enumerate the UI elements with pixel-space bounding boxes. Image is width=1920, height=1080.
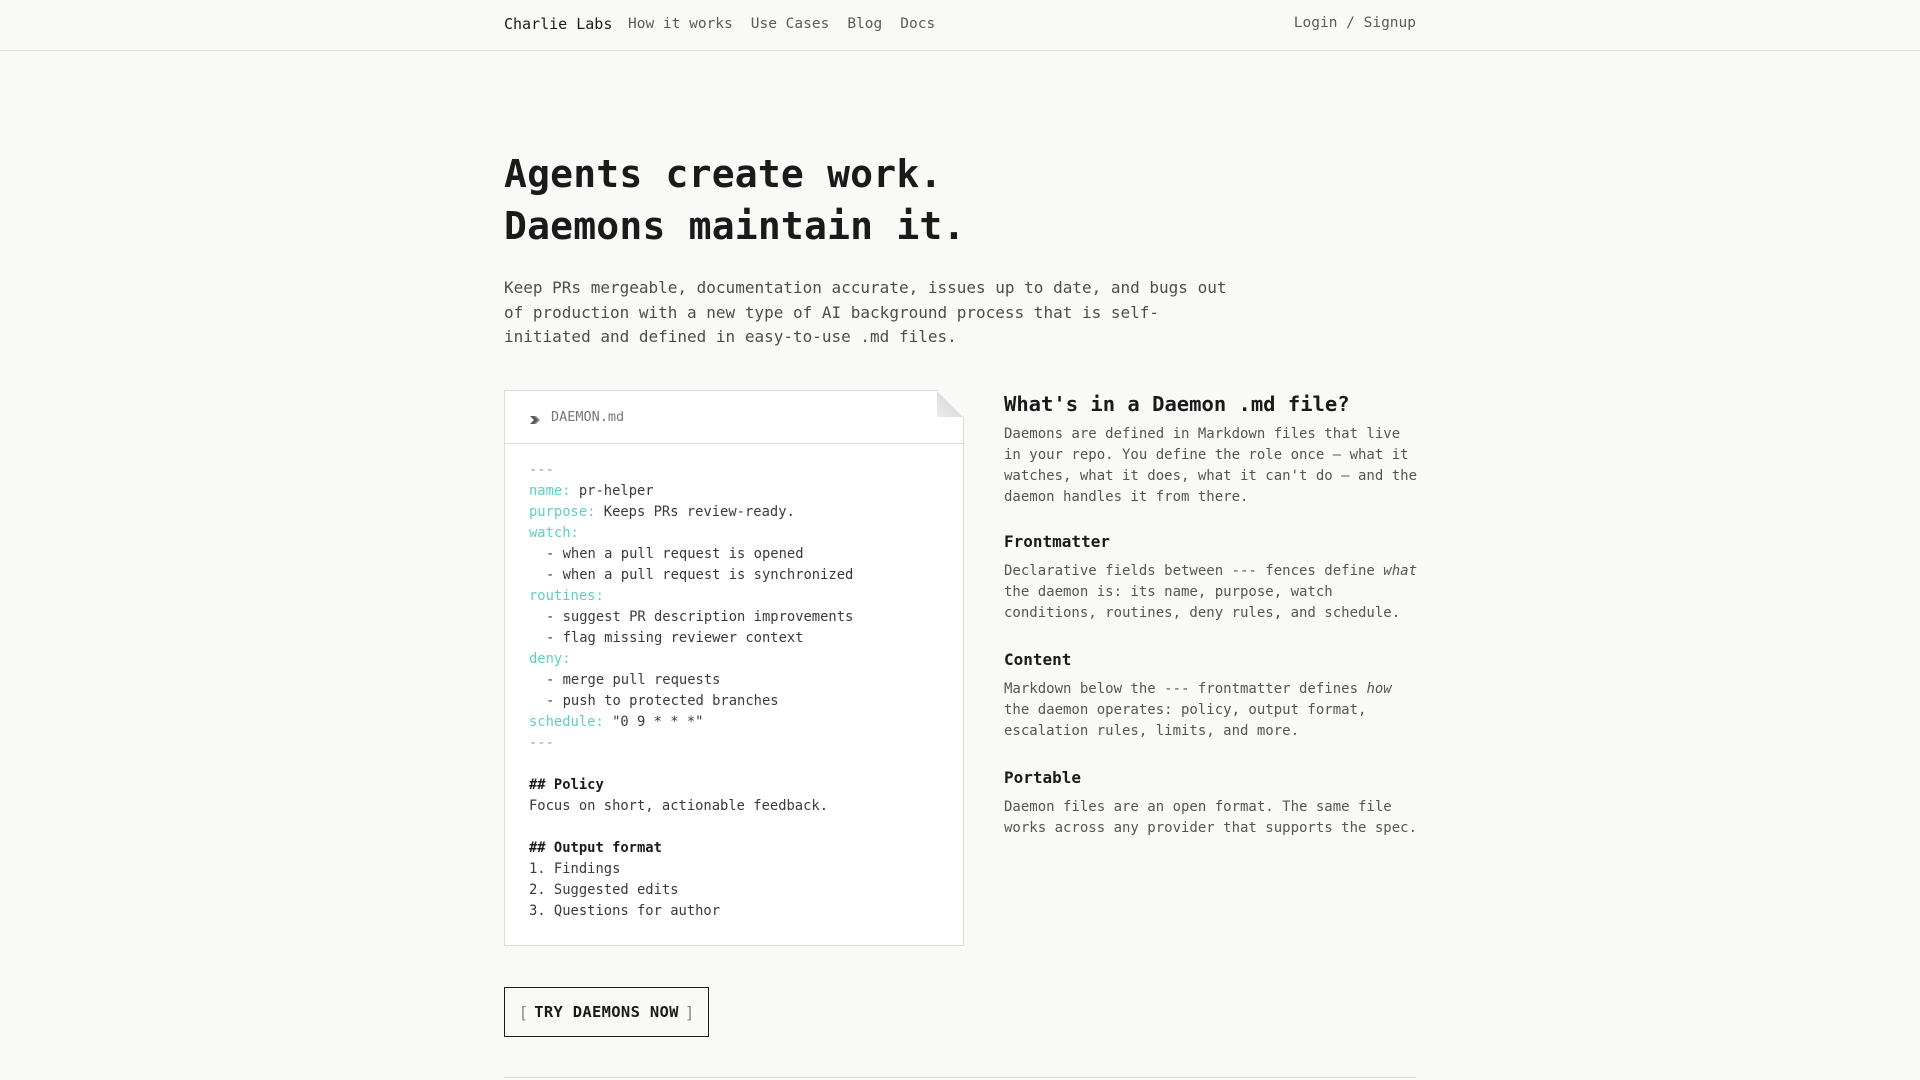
key-watch: watch:	[529, 525, 579, 541]
watch-item: - when a pull request is opened	[546, 546, 804, 562]
output-item: 3. Questions for author	[529, 903, 721, 919]
top-nav-bar: Charlie Labs How it works Use Cases Blog…	[0, 0, 1920, 51]
code-line-name: name: pr-helper	[529, 481, 939, 502]
deny-item: - merge pull requests	[546, 672, 721, 688]
routine-item: - flag missing reviewer context	[546, 630, 804, 646]
portable-text: Daemon files are an open format. The sam…	[1004, 799, 1418, 836]
content-text: Markdown below the --- frontmatter defin…	[1004, 679, 1420, 742]
frontmatter-heading: Frontmatter	[1004, 532, 1110, 551]
key-routines: routines:	[529, 588, 604, 604]
portable-heading: Portable	[1004, 768, 1082, 787]
daemon-icon	[529, 411, 541, 423]
routine-item: - suggest PR description improvements	[546, 609, 854, 625]
explainer-title: What's in a Daemon .md file?	[1004, 392, 1350, 416]
content-text-part: Markdown below the --- frontmatter defin…	[1004, 681, 1367, 697]
daemon-file-card: DAEMON.md --- name: pr-helper purpose: Kee…	[504, 390, 964, 946]
key-name: name:	[529, 483, 571, 499]
nav-link-blog[interactable]: Blog	[847, 16, 882, 32]
content-text-part: the daemon operates: policy, output form…	[1004, 702, 1367, 739]
file-header: DAEMON.md	[505, 391, 963, 444]
file-name: DAEMON.md	[551, 409, 625, 425]
bracket-close: ]	[684, 1002, 695, 1022]
try-daemons-button[interactable]: [ TRY DAEMONS NOW ]	[504, 987, 709, 1037]
page-fold-corner	[937, 391, 963, 417]
frontmatter-text-part: the daemon is: its name, purpose, watch …	[1004, 584, 1401, 621]
hero-subtitle: Keep PRs mergeable, documentation accura…	[504, 278, 1227, 346]
try-daemons-label: TRY DAEMONS NOW	[534, 1003, 679, 1021]
content-heading: Content	[1004, 650, 1072, 669]
daemon-file-explainer: What's in a Daemon .md file? Daemons are…	[1004, 390, 1420, 839]
hero-title-line-1: Agents create work.	[504, 152, 943, 196]
frontmatter-fence-close: ---	[529, 735, 554, 751]
main-nav: How it works Use Cases Blog Docs	[628, 16, 935, 32]
login-signup-link[interactable]: Login / Signup	[1294, 15, 1416, 31]
code-line-schedule: schedule: "0 9 * * *"	[529, 712, 939, 733]
nav-link-use-cases[interactable]: Use Cases	[751, 16, 830, 32]
policy-text: Focus on short, actionable feedback.	[529, 798, 829, 814]
nav-link-docs[interactable]: Docs	[900, 16, 935, 32]
section-divider	[504, 1077, 1416, 1078]
frontmatter-fence-open: ---	[529, 462, 554, 478]
watch-item: - when a pull request is synchronized	[546, 567, 854, 583]
key-schedule: schedule:	[529, 714, 604, 730]
nav-link-how-it-works[interactable]: How it works	[628, 16, 733, 32]
value-name: pr-helper	[578, 483, 654, 499]
key-purpose: purpose:	[529, 504, 596, 520]
frontmatter-text-part: Declarative fields between --- fences de…	[1004, 563, 1384, 579]
frontmatter-emphasis: what	[1383, 563, 1418, 579]
key-deny: deny:	[529, 651, 571, 667]
code-line-purpose: purpose: Keeps PRs review-ready.	[529, 502, 939, 523]
hero-title: Agents create work. Daemons maintain it.	[504, 148, 966, 252]
hero-title-line-2: Daemons maintain it.	[504, 204, 966, 248]
frontmatter-text: Declarative fields between --- fences de…	[1004, 561, 1420, 624]
content-emphasis: how	[1366, 681, 1392, 697]
output-item: 1. Findings	[529, 861, 621, 877]
deny-item: - push to protected branches	[546, 693, 779, 709]
explainer-intro: Daemons are defined in Markdown files th…	[1004, 426, 1418, 505]
brand-logo-link[interactable]: Charlie Labs	[504, 15, 612, 33]
value-purpose: Keeps PRs review-ready.	[603, 504, 795, 520]
policy-heading: ## Policy	[529, 777, 604, 793]
value-schedule: "0 9 * * *"	[612, 714, 704, 730]
bracket-open: [	[518, 1002, 529, 1022]
output-format-heading: ## Output format	[529, 840, 662, 856]
output-item: 2. Suggested edits	[529, 882, 679, 898]
file-code: --- name: pr-helper purpose: Keeps PRs rev…	[505, 444, 963, 922]
